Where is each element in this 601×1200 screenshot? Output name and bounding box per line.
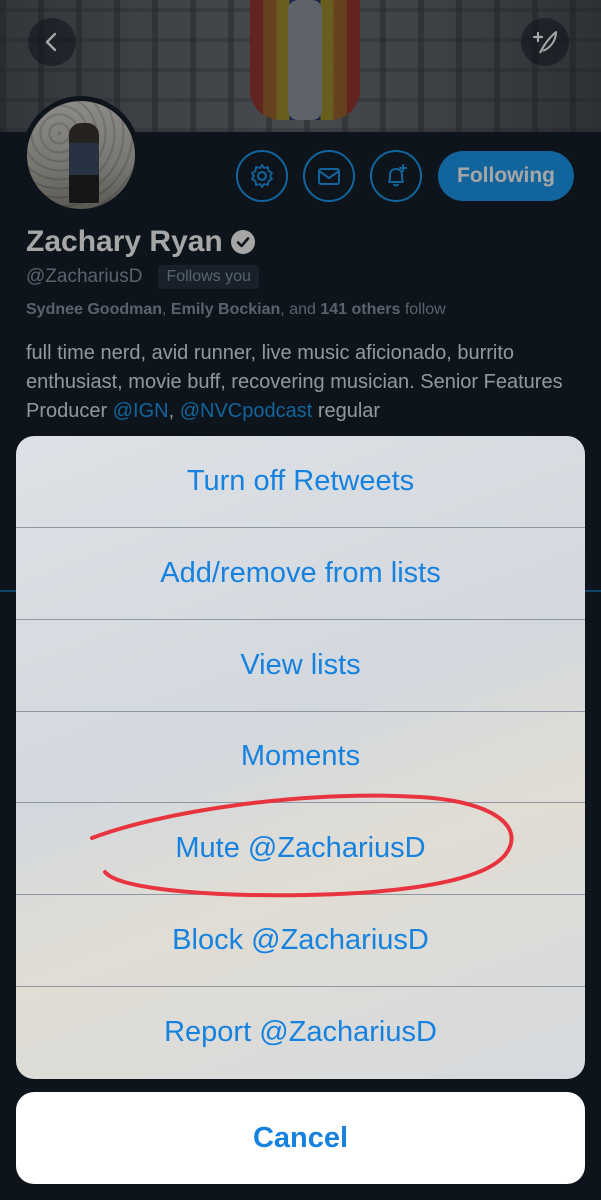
action-sheet: Turn off Retweets Add/remove from lists … [16, 436, 585, 1079]
moments-button[interactable]: Moments [16, 712, 585, 804]
cancel-button[interactable]: Cancel [16, 1092, 585, 1184]
add-remove-lists-button[interactable]: Add/remove from lists [16, 528, 585, 620]
report-user-button[interactable]: Report @ZachariusD [16, 987, 585, 1079]
turn-off-retweets-button[interactable]: Turn off Retweets [16, 436, 585, 528]
view-lists-button[interactable]: View lists [16, 620, 585, 712]
block-user-button[interactable]: Block @ZachariusD [16, 895, 585, 988]
mute-user-button[interactable]: Mute @ZachariusD [16, 803, 585, 896]
